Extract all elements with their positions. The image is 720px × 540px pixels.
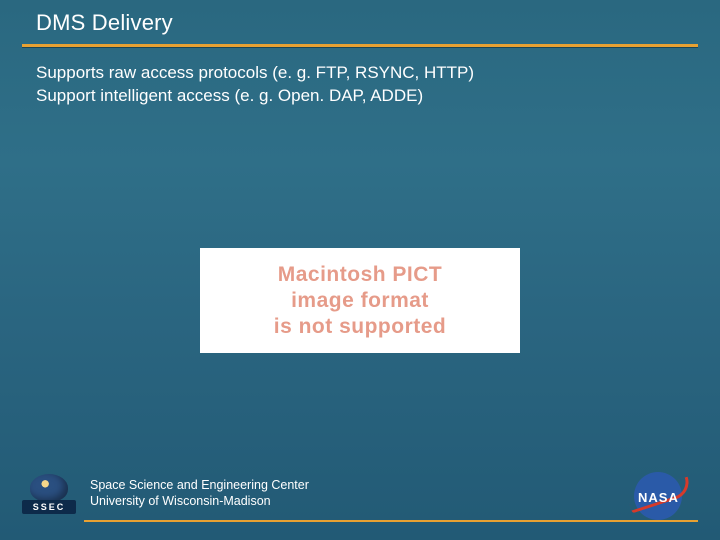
pict-line-2: image format — [291, 289, 429, 313]
pict-unsupported-box: Macintosh PICT image format is not suppo… — [200, 248, 520, 353]
body-line-2: Support intelligent access (e. g. Open. … — [36, 85, 720, 108]
footer-org-1: Space Science and Engineering Center — [90, 478, 309, 494]
ssec-logo-label: SSEC — [22, 500, 76, 514]
footer: SSEC Space Science and Engineering Cente… — [0, 468, 720, 528]
title-block: DMS Delivery — [0, 0, 720, 36]
pict-line-1: Macintosh PICT — [278, 263, 443, 287]
footer-text: Space Science and Engineering Center Uni… — [90, 478, 309, 509]
body-line-1: Supports raw access protocols (e. g. FTP… — [36, 62, 720, 85]
slide-title: DMS Delivery — [36, 10, 720, 36]
footer-left: SSEC Space Science and Engineering Cente… — [22, 474, 309, 514]
nasa-logo-label: NASA — [638, 490, 679, 505]
footer-row: SSEC Space Science and Engineering Cente… — [22, 468, 698, 520]
nasa-logo-icon: NASA — [628, 468, 692, 520]
footer-org-2: University of Wisconsin-Madison — [90, 494, 309, 510]
footer-rule — [84, 520, 698, 522]
ssec-logo-icon: SSEC — [22, 474, 76, 514]
pict-line-3: is not supported — [274, 315, 447, 339]
body-text: Supports raw access protocols (e. g. FTP… — [0, 48, 720, 108]
